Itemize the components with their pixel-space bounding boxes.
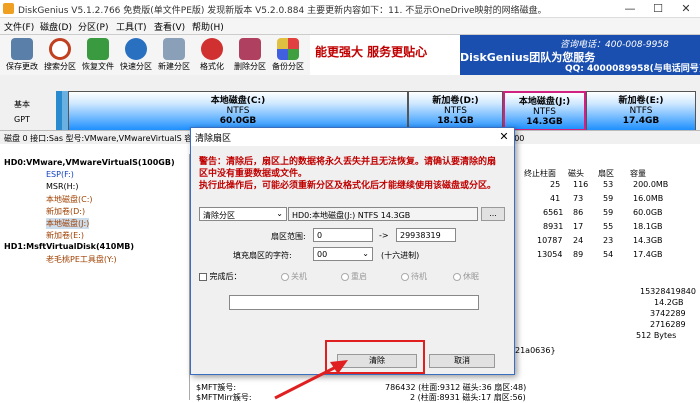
app-icon xyxy=(3,3,14,14)
checkbox-icon xyxy=(199,272,207,281)
delete-partition-icon xyxy=(239,38,261,60)
range-from-input[interactable]: 0 xyxy=(313,228,373,242)
chevron-down-icon: ⌄ xyxy=(362,249,369,258)
progress-bar xyxy=(229,295,479,310)
col-capacity: 容量 xyxy=(630,169,646,178)
partition-c[interactable]: 本地磁盘(C:) NTFS 60.0GB xyxy=(68,91,408,131)
disk-tree: HD0:VMware,VMwareVirtualS(100GB) ESP(F:)… xyxy=(0,154,190,400)
banner-phone: 咨询电话：400-008-9958 xyxy=(560,40,669,50)
disk-type-label: 基本 xyxy=(14,100,30,109)
col-head: 磁头 xyxy=(568,169,584,178)
clear-mode-select[interactable]: 清除分区 ⌄ xyxy=(199,207,287,221)
dialog-title: 清除扇区 xyxy=(191,128,514,146)
col-sector: 扇区 xyxy=(598,169,614,178)
save-icon xyxy=(11,38,33,60)
partition-e[interactable]: 新加卷(E:) NTFS 17.4GB xyxy=(586,91,696,131)
tree-disk-hd0[interactable]: HD0:VMware,VMwareVirtualS(100GB) xyxy=(4,158,175,167)
radio-hibernate[interactable]: 休眠 xyxy=(453,271,479,282)
detail-sector-size: 512 Bytes xyxy=(636,331,677,340)
recover-icon xyxy=(87,38,109,60)
title-bar: DiskGenius V5.1.2.766 免费版(单文件PE版) 发现新版本 … xyxy=(0,0,700,18)
tree-partition-msr[interactable]: MSR(H:) xyxy=(46,182,79,191)
target-partition-field[interactable]: HD0:本地磁盘(J:) NTFS 14.3GB xyxy=(288,207,478,221)
radio-standby[interactable]: 待机 xyxy=(401,271,427,282)
dialog-close-button[interactable]: ✕ xyxy=(494,128,514,146)
minimize-button[interactable]: — xyxy=(616,0,644,18)
fill-char-hint: (十六进制) xyxy=(381,251,420,260)
disk-style-label: GPT xyxy=(14,115,30,124)
detail-total-clusters: 3742289 xyxy=(650,309,686,318)
menu-partition[interactable]: 分区(P) xyxy=(78,20,108,33)
range-arrow: -> xyxy=(379,231,389,240)
radio-restart[interactable]: 重启 xyxy=(341,271,367,282)
detail-total-bytes: 15328419840 xyxy=(640,287,696,296)
fill-char-select[interactable]: 00 ⌄ xyxy=(313,247,373,261)
annotation-arrow xyxy=(274,360,348,400)
menu-tools[interactable]: 工具(T) xyxy=(116,20,147,33)
range-label: 扇区范围: xyxy=(271,232,306,241)
detail-guid: 21a0636} xyxy=(515,346,556,355)
window-title: DiskGenius V5.1.2.766 免费版(单文件PE版) 发现新版本 … xyxy=(18,6,547,16)
chevron-down-icon: ⌄ xyxy=(276,209,283,218)
detail-free-space: 14.2GB xyxy=(654,298,684,307)
tree-partition-c[interactable]: 本地磁盘(C:) xyxy=(46,194,93,205)
cancel-button[interactable]: 取消 xyxy=(429,354,495,368)
banner-slogan: 能更强大 服务更贴心 xyxy=(315,45,428,59)
close-window-button[interactable]: ✕ xyxy=(672,0,700,18)
quick-partition-icon xyxy=(125,38,147,60)
tree-partition-esp[interactable]: ESP(F:) xyxy=(46,170,74,179)
format-icon xyxy=(201,38,223,60)
menu-file[interactable]: 文件(F) xyxy=(4,20,34,33)
tree-partition-j[interactable]: 本地磁盘(J:) xyxy=(46,218,90,229)
detail-free-clusters: 2716289 xyxy=(650,320,686,329)
col-end-cylinder: 终止柱面 xyxy=(524,169,556,178)
after-complete-checkbox[interactable]: 完成后： xyxy=(199,271,242,282)
toolbar: 保存更改 搜索分区 恢复文件 快速分区 新建分区 格式化 删除分区 备份分区 xyxy=(0,35,310,75)
menu-disk[interactable]: 磁盘(D) xyxy=(40,20,72,33)
ad-banner[interactable]: 能更强大 服务更贴心 DiskGenius团队为您服务 咨询电话：400-008… xyxy=(310,35,700,75)
partition-d[interactable]: 新加卷(D:) NTFS 18.1GB xyxy=(408,91,503,131)
menu-view[interactable]: 查看(V) xyxy=(154,20,185,33)
tree-disk-hd1[interactable]: HD1:MsftVirtualDisk(410MB) xyxy=(4,242,134,251)
clear-sectors-dialog: 清除扇区 ✕ 警告：清除后，扇区上的数据将永久丢失并且无法恢复。请确认要清除的扇… xyxy=(190,127,515,375)
tree-partition-e[interactable]: 新加卷(E:) xyxy=(46,230,84,241)
menu-help[interactable]: 帮助(H) xyxy=(192,20,224,33)
tree-partition-d[interactable]: 新加卷(D:) xyxy=(46,206,85,217)
detail-mftmirr-value: 2 (柱面:8931 磁头:17 扇区:56) xyxy=(410,393,526,402)
range-to-input[interactable]: 29938319 xyxy=(396,228,456,242)
backup-icon xyxy=(277,38,299,60)
search-icon xyxy=(49,38,71,60)
menu-bar: 文件(F) 磁盘(D) 分区(P) 工具(T) 查看(V) 帮助(H) xyxy=(0,18,700,35)
browse-button[interactable]: ... xyxy=(481,207,505,221)
fill-char-label: 填充扇区的字符: xyxy=(233,251,292,260)
new-partition-icon xyxy=(163,38,185,60)
maximize-button[interactable]: ☐ xyxy=(644,0,672,18)
warning-line-3: 执行此操作后，可能必须重新分区及格式化后才能继续使用该磁盘或分区。 xyxy=(199,181,497,191)
backup-partition-button[interactable]: 备份分区 xyxy=(268,36,308,74)
radio-shutdown[interactable]: 关机 xyxy=(281,271,307,282)
tree-partition-y[interactable]: 老毛桃PE工具盘(Y:) xyxy=(46,254,117,265)
banner-qq: QQ: 4000089958(与电话同号) xyxy=(565,64,700,74)
partition-j-selected[interactable]: 本地磁盘(J:) NTFS 14.3GB xyxy=(503,91,586,131)
disk-map-panel: 基本 GPT 本地磁盘(C:) NTFS 60.0GB 新加卷(D:) NTFS… xyxy=(0,75,700,131)
